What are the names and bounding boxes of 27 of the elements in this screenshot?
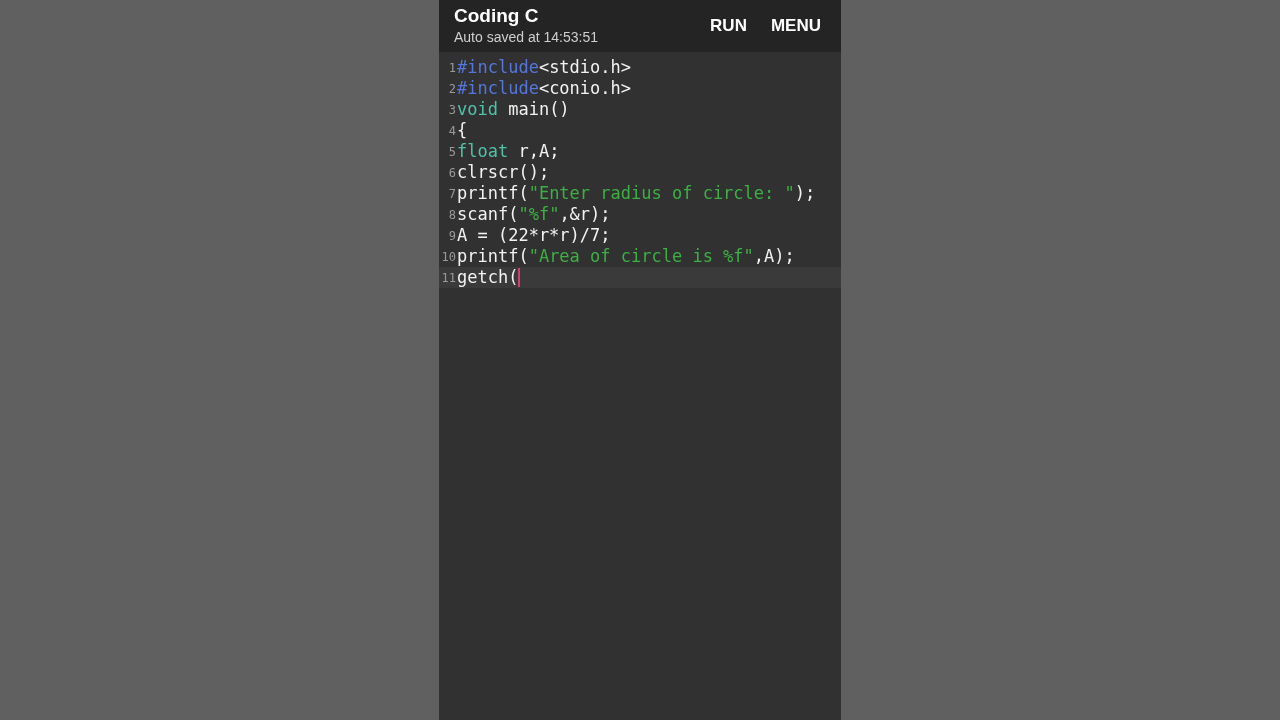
code-line[interactable]: scanf("%f",&r); (457, 204, 611, 225)
line-number: 9 (447, 228, 457, 243)
line-number: 11 (440, 270, 457, 285)
app-title: Coding C (454, 5, 540, 27)
action-button[interactable]: RUN (700, 10, 757, 42)
line-number: 8 (447, 207, 457, 222)
line-number: 6 (447, 165, 457, 180)
code-line[interactable]: float r,A; (457, 141, 560, 162)
line-number: 7 (447, 186, 457, 201)
code-line[interactable]: A = (22*r*r)/7; (457, 225, 611, 246)
code-line[interactable]: getch( (457, 267, 519, 288)
code-line[interactable]: clrscr(); (457, 162, 550, 183)
line-number: 3 (447, 102, 457, 117)
code-line[interactable]: #include<conio.h> (457, 78, 631, 99)
line-number: 5 (447, 144, 457, 159)
code-line[interactable]: #include<stdio.h> (457, 57, 631, 78)
line-number: 4 (447, 123, 457, 138)
line-number: 10 (440, 249, 457, 264)
line-number: 1 (447, 60, 457, 75)
line-number: 2 (447, 81, 457, 96)
code-line[interactable]: { (457, 120, 468, 141)
code-line[interactable]: printf("Area of circle is %f",A); (457, 246, 795, 267)
text-cursor (518, 268, 521, 287)
code-line[interactable]: printf("Enter radius of circle: "); (457, 183, 816, 204)
autosave-status: Auto saved at 14:53:51 (454, 28, 598, 47)
action-button[interactable]: MENU (760, 10, 831, 42)
code-line[interactable]: void main() (457, 99, 570, 120)
